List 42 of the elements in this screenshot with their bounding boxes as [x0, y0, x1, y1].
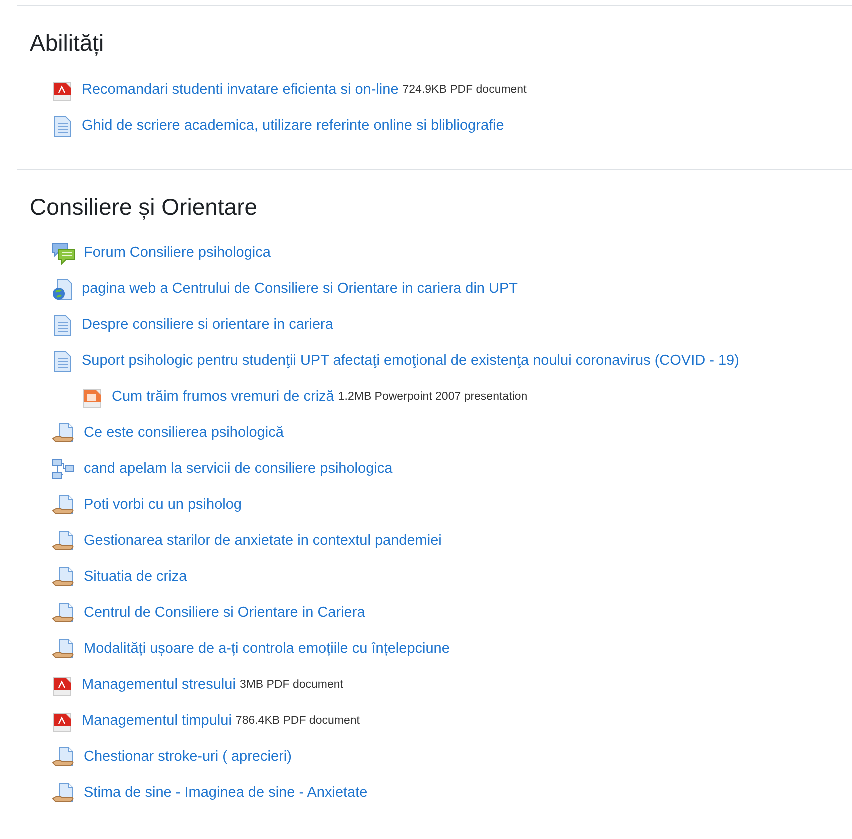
web-page-icon [52, 279, 74, 301]
document-on-hand-icon [52, 747, 76, 769]
document-icon [52, 351, 74, 373]
pdf-file-icon [52, 675, 74, 697]
resource-link[interactable]: Managementul stresului [82, 675, 236, 697]
document-on-hand-icon [52, 495, 76, 517]
file-details: 786.4KB PDF document [236, 714, 360, 730]
resource-link[interactable]: Modalități ușoare de a-ți controla emoțiile cu înțelepciune [84, 639, 450, 661]
resource-link[interactable]: Stima de sine - Imaginea de sine - Anxietate [84, 783, 368, 805]
resource-link[interactable]: Ghid de scriere academica, utilizare referinte online si blibliografie [82, 116, 504, 138]
document-on-hand-icon [52, 783, 76, 805]
resource-link[interactable]: Managementul timpului [82, 711, 232, 733]
pdf-file-icon [52, 80, 74, 102]
document-icon [52, 315, 74, 337]
document-on-hand-icon [52, 639, 76, 661]
file-details: 3MB PDF document [240, 678, 344, 694]
resource-link[interactable]: Forum Consiliere psihologica [84, 243, 271, 265]
file-details: 1.2MB Powerpoint 2007 presentation [338, 390, 528, 406]
document-on-hand-icon [52, 567, 76, 589]
document-on-hand-icon [52, 531, 76, 553]
resource-link[interactable]: Centrul de Consiliere si Orientare in Cariera [84, 603, 366, 625]
file-details: 724.9KB PDF document [402, 82, 527, 98]
presentation-file-icon [82, 387, 104, 409]
resource-link[interactable]: Suport psihologic pentru studenţii UPT afectaţi emoţional de existenţa noului coronavirus (COVID - 19) [82, 351, 740, 373]
chat-bubbles-icon [52, 243, 76, 265]
pdf-file-icon [52, 711, 74, 733]
resource-link[interactable]: Cum trăim frumos vremuri de criză [112, 387, 334, 409]
document-icon [52, 116, 74, 138]
section-heading: Abilități [30, 29, 106, 58]
resource-link[interactable]: Gestionarea starilor de anxietate in contextul pandemiei [84, 531, 442, 553]
document-on-hand-icon [52, 423, 76, 445]
resource-link[interactable]: Situatia de criza [84, 567, 188, 589]
resource-link[interactable]: Ce este consilierea psihologică [84, 423, 284, 445]
resource-link[interactable]: Chestionar stroke-uri ( aprecieri) [84, 747, 292, 769]
document-on-hand-icon [52, 603, 76, 625]
resource-link[interactable]: cand apelam la servicii de consiliere psihologica [84, 459, 393, 481]
section-heading: Consiliere și Orientare [30, 192, 259, 222]
resource-link[interactable]: Recomandari studenti invatare eficienta si on-line [82, 80, 399, 102]
resource-link[interactable]: Poti vorbi cu un psiholog [84, 495, 242, 517]
hierarchy-icon [52, 459, 76, 481]
resource-link[interactable]: Despre consiliere si orientare in cariera [82, 315, 334, 337]
resource-link[interactable]: pagina web a Centrului de Consiliere si Orientare in cariera din UPT [82, 279, 518, 301]
